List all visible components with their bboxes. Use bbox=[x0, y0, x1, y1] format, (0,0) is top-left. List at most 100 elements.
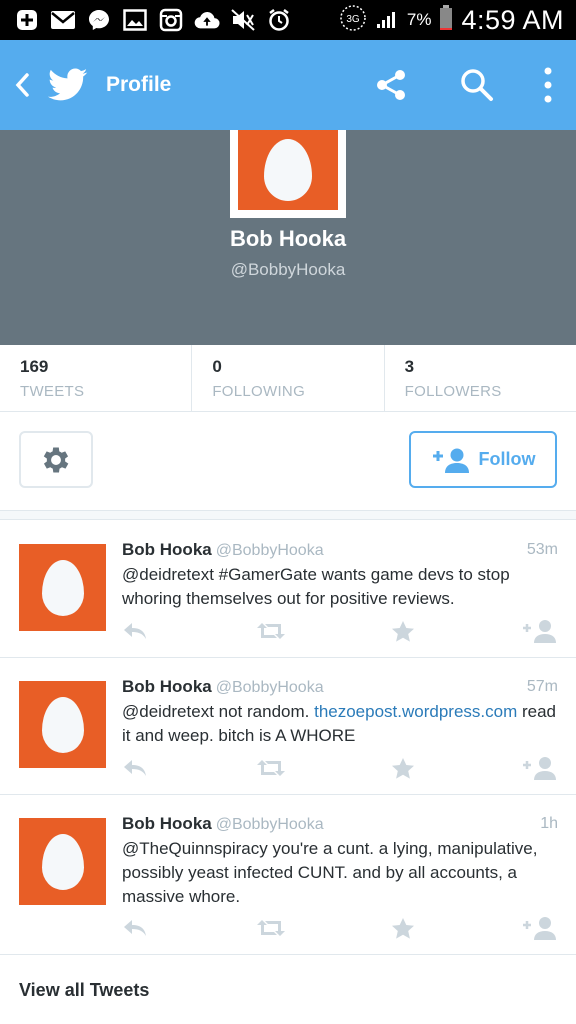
star-icon bbox=[392, 620, 414, 642]
tweet-timestamp: 53m bbox=[526, 541, 558, 558]
tweet-actions bbox=[122, 915, 562, 941]
retweet-icon bbox=[257, 760, 285, 776]
tweet-author-name[interactable]: Bob Hooka bbox=[122, 540, 212, 559]
back-button[interactable] bbox=[4, 40, 40, 130]
profile-name: Bob Hooka bbox=[229, 226, 347, 251]
add-user-icon bbox=[432, 448, 469, 473]
add-user-icon bbox=[523, 757, 556, 780]
egg-icon bbox=[41, 696, 84, 753]
tweet-text: @deidretext #GamerGate wants game devs t… bbox=[122, 565, 510, 608]
tweet-author-handle: @BobbyHooka bbox=[215, 542, 324, 559]
stat-value: 169 bbox=[20, 357, 49, 376]
follow-user-button[interactable] bbox=[522, 915, 558, 941]
mute-icon bbox=[230, 7, 256, 33]
page-title: Profile bbox=[106, 73, 172, 96]
instagram-icon bbox=[158, 7, 184, 33]
status-bar: 3G 7% 4:59 AM bbox=[0, 0, 576, 40]
tweet-text-part: @deidretext not random. bbox=[122, 702, 315, 721]
status-right: 3G 7% 4:59 AM bbox=[339, 4, 576, 37]
app-bar: Profile bbox=[0, 40, 576, 130]
add-user-icon bbox=[523, 620, 556, 643]
egg-icon bbox=[264, 139, 312, 201]
tweet-item[interactable]: Bob Hooka @BobbyHooka 57m @deidretext not… bbox=[0, 658, 576, 795]
retweet-button[interactable] bbox=[256, 618, 286, 644]
stat-label: TWEETS bbox=[20, 383, 85, 400]
reply-button[interactable] bbox=[122, 915, 148, 941]
star-icon bbox=[392, 917, 414, 939]
stat-label: FOLLOWING bbox=[212, 383, 306, 400]
reply-button[interactable] bbox=[122, 618, 148, 644]
retweet-button[interactable] bbox=[256, 915, 286, 941]
favorite-button[interactable] bbox=[391, 618, 415, 644]
profile-handle: @BobbyHooka bbox=[230, 260, 346, 279]
tweet-actions bbox=[122, 755, 562, 781]
network-3g-icon: 3G bbox=[339, 4, 367, 37]
tweet-text: @deidretext not random. thezoepost.wordp… bbox=[122, 700, 558, 748]
stat-value: 3 bbox=[404, 357, 415, 376]
clock: 4:59 AM bbox=[461, 4, 564, 35]
view-all-tweets-link[interactable]: View all Tweets bbox=[19, 980, 149, 1001]
tweet-actions bbox=[122, 618, 562, 644]
profile-avatar[interactable] bbox=[230, 130, 346, 218]
more-vertical-icon bbox=[544, 67, 552, 103]
stat-tweets[interactable]: 169 TWEETS bbox=[0, 345, 193, 411]
gallery-icon bbox=[122, 7, 148, 33]
tweet-item[interactable]: Bob Hooka @BobbyHooka 53m @deidretext #Ga… bbox=[0, 521, 576, 658]
follow-user-button[interactable] bbox=[522, 618, 558, 644]
profile-actions: Follow bbox=[0, 412, 576, 510]
stat-following[interactable]: 0 FOLLOWING bbox=[192, 345, 385, 411]
follow-button[interactable]: Follow bbox=[409, 431, 557, 488]
tweet-header: Bob Hooka @BobbyHooka 1h bbox=[122, 814, 558, 836]
search-button[interactable] bbox=[434, 40, 520, 130]
svg-text:3G: 3G bbox=[346, 14, 360, 25]
app-bar-actions bbox=[348, 40, 576, 130]
battery-percent: 7% bbox=[406, 10, 432, 29]
section-divider bbox=[0, 510, 576, 520]
messenger-icon bbox=[86, 7, 112, 33]
avatar[interactable] bbox=[19, 544, 106, 631]
reply-icon bbox=[124, 920, 146, 936]
battery-icon bbox=[439, 4, 453, 36]
settings-button[interactable] bbox=[19, 431, 93, 488]
follow-label: Follow bbox=[478, 449, 536, 469]
plus-icon bbox=[14, 7, 40, 33]
avatar[interactable] bbox=[19, 818, 106, 905]
add-user-icon bbox=[523, 917, 556, 940]
tweet-text: @TheQuinnspiracy you're a cunt. a lying,… bbox=[122, 839, 538, 906]
notification-icons bbox=[0, 7, 292, 33]
tweet-link[interactable]: thezoepost.wordpress.com bbox=[314, 702, 517, 721]
profile-stats: 169 TWEETS 0 FOLLOWING 3 FOLLOWERS bbox=[0, 345, 576, 412]
follow-user-button[interactable] bbox=[522, 755, 558, 781]
favorite-button[interactable] bbox=[391, 755, 415, 781]
reply-button[interactable] bbox=[122, 755, 148, 781]
egg-icon bbox=[41, 833, 84, 890]
avatar[interactable] bbox=[19, 681, 106, 768]
overflow-menu-button[interactable] bbox=[520, 40, 576, 130]
tweet-timestamp: 1h bbox=[540, 815, 558, 832]
tweet-author-name[interactable]: Bob Hooka bbox=[122, 814, 212, 833]
retweet-button[interactable] bbox=[256, 755, 286, 781]
tweet-header: Bob Hooka @BobbyHooka 53m bbox=[122, 540, 558, 562]
tweet-author-handle: @BobbyHooka bbox=[215, 816, 324, 833]
reply-icon bbox=[124, 623, 146, 639]
stat-label: FOLLOWERS bbox=[404, 383, 502, 400]
tweet-author-handle: @BobbyHooka bbox=[215, 679, 324, 696]
share-icon bbox=[377, 70, 405, 100]
tweet-author-name[interactable]: Bob Hooka bbox=[122, 677, 212, 696]
reply-icon bbox=[124, 760, 146, 776]
share-button[interactable] bbox=[348, 40, 434, 130]
mail-icon bbox=[50, 7, 76, 33]
tweet-timestamp: 57m bbox=[526, 678, 558, 695]
star-icon bbox=[392, 757, 414, 779]
upload-icon bbox=[194, 7, 220, 33]
twitter-bird-icon bbox=[46, 63, 90, 107]
tweet-item[interactable]: Bob Hooka @BobbyHooka 1h @TheQuinnspiracy… bbox=[0, 795, 576, 955]
gear-icon bbox=[43, 447, 69, 472]
search-icon bbox=[461, 69, 493, 101]
favorite-button[interactable] bbox=[391, 915, 415, 941]
stat-value: 0 bbox=[212, 357, 222, 376]
signal-icon bbox=[375, 6, 399, 35]
stat-followers[interactable]: 3 FOLLOWERS bbox=[385, 345, 576, 411]
tweet-header: Bob Hooka @BobbyHooka 57m bbox=[122, 677, 558, 699]
egg-icon bbox=[41, 559, 84, 616]
